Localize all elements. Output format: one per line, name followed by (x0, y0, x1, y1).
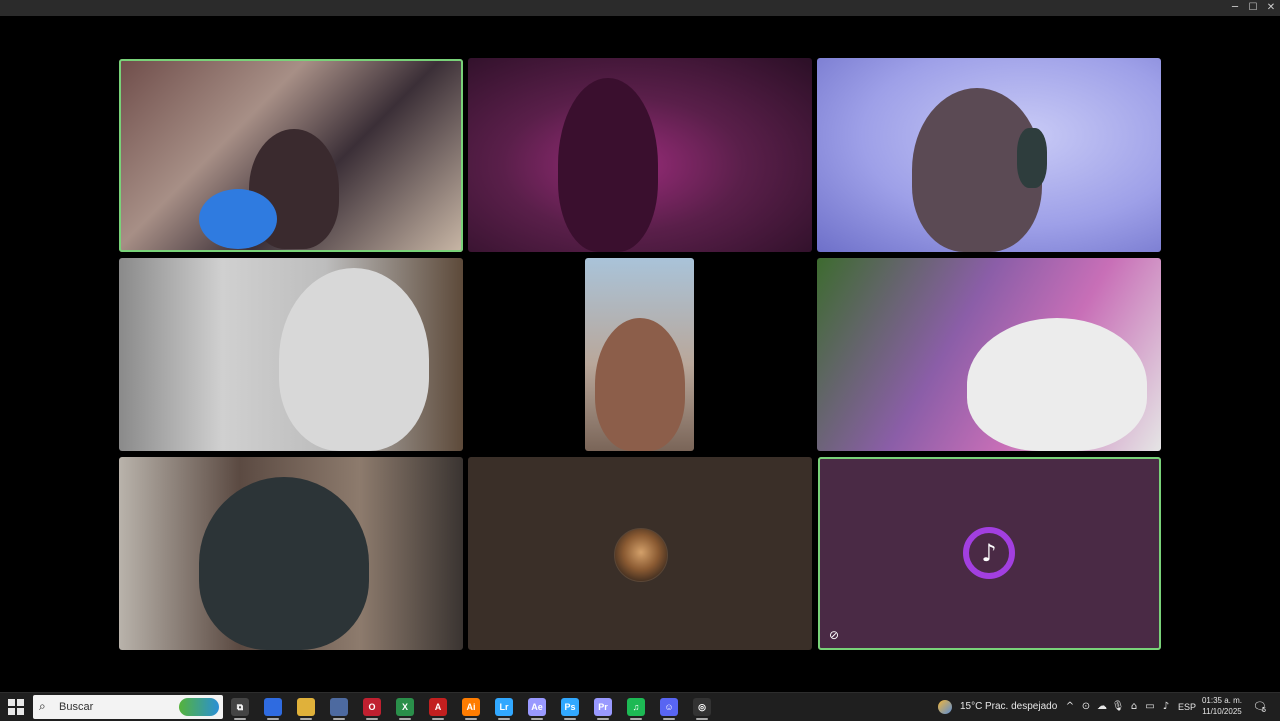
weather-desc: Prac. despejado (985, 701, 1058, 712)
taskbar-clock[interactable]: 01:35 a. m. 11/10/2025 (1198, 695, 1246, 717)
participant-tile-7[interactable] (119, 457, 463, 650)
file-explorer-icon[interactable] (297, 698, 315, 716)
participant-tile-3[interactable] (817, 58, 1161, 252)
participant-tile-1[interactable] (119, 59, 463, 252)
window-titlebar: ─ ☐ ✕ (0, 0, 1280, 16)
participant-tile-9[interactable]: ♪ ⊘ (818, 457, 1161, 650)
opera-icon[interactable]: O (363, 698, 381, 716)
taskbar: ⌕ Buscar ⧉ O X A Ai Lr Ae Ps Pr ♫ ☺ ◎ 15°C Prac. de… (0, 692, 1280, 721)
headset-icon (1017, 128, 1047, 188)
object-balloon (199, 189, 277, 249)
participant-video (558, 78, 658, 252)
participant-tile-5[interactable] (585, 258, 694, 451)
obs-icon[interactable]: ◎ (693, 698, 711, 716)
microphone-icon[interactable]: 🎙 (1111, 700, 1125, 714)
network-icon[interactable]: ▭ (1143, 700, 1157, 714)
premiere-icon[interactable]: Pr (594, 698, 612, 716)
participant-tile-8[interactable] (468, 457, 812, 650)
weather-widget[interactable]: 15°C Prac. despejado (938, 693, 1058, 721)
notification-badge: 5 (1262, 707, 1266, 714)
discord-icon[interactable]: ☺ (660, 698, 678, 716)
bluetooth-icon[interactable]: ⌂ (1127, 700, 1141, 714)
photoshop-icon[interactable]: Ps (561, 698, 579, 716)
participant-tile-4[interactable] (119, 258, 463, 451)
taskbar-search[interactable]: ⌕ Buscar (33, 695, 223, 719)
close-button[interactable]: ✕ (1262, 0, 1280, 16)
search-highlight-icon (179, 698, 219, 716)
warrior-avatar (614, 528, 668, 582)
language-indicator[interactable]: ESP (1178, 693, 1198, 721)
clock-date: 11/10/2025 (1202, 707, 1242, 716)
participant-video (279, 268, 429, 451)
start-button[interactable] (8, 699, 24, 715)
tray-app-icon[interactable]: ⊙ (1079, 700, 1093, 714)
after-effects-icon[interactable]: Ae (528, 698, 546, 716)
music-note-icon: ♪ (963, 527, 1015, 579)
store-icon[interactable] (330, 698, 348, 716)
weather-icon (938, 700, 952, 714)
weather-temp: 15°C (960, 701, 983, 712)
maximize-button[interactable]: ☐ (1244, 0, 1262, 16)
lightroom-icon[interactable]: Lr (495, 698, 513, 716)
search-placeholder: Buscar (59, 701, 94, 713)
participant-video (967, 318, 1147, 451)
illustrator-icon[interactable]: Ai (462, 698, 480, 716)
participant-tile-2[interactable] (468, 58, 812, 252)
mic-muted-icon: ⊘ (828, 628, 840, 642)
participant-tile-6[interactable] (817, 258, 1161, 451)
acrobat-icon[interactable]: A (429, 698, 447, 716)
excel-like-icon[interactable]: X (396, 698, 414, 716)
copilot-icon[interactable] (264, 698, 282, 716)
spotify-icon[interactable]: ♫ (627, 698, 645, 716)
participant-video (199, 477, 369, 650)
tray-overflow-icon[interactable]: ^ (1063, 700, 1077, 714)
clock-time: 01:35 a. m. (1201, 696, 1243, 705)
participant-video (595, 318, 685, 451)
task-view-icon[interactable]: ⧉ (231, 698, 249, 716)
volume-icon[interactable]: ♪ (1159, 700, 1173, 714)
search-icon: ⌕ (39, 699, 46, 713)
minimize-button[interactable]: ─ (1226, 0, 1244, 16)
onedrive-icon[interactable]: ☁ (1095, 700, 1109, 714)
